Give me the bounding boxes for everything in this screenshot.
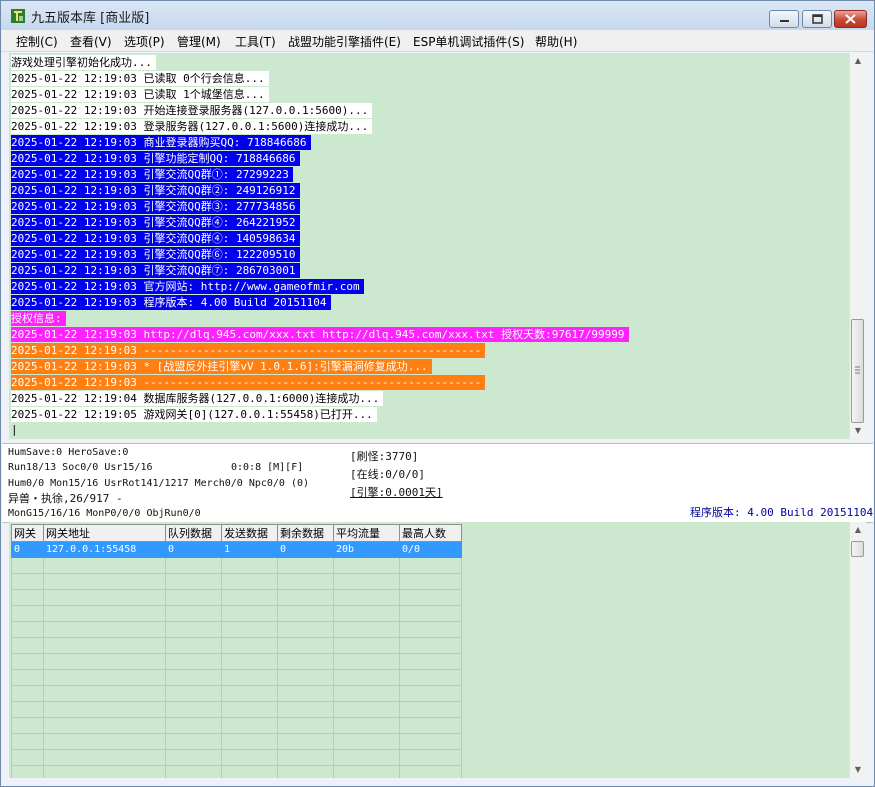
log-line: 2025-01-22 12:19:03 --------------------… bbox=[11, 375, 486, 390]
log-line: 授权信息: bbox=[11, 311, 66, 326]
log-line: 2025-01-22 12:19:03 --------------------… bbox=[11, 343, 486, 358]
table-cell: 0 bbox=[11, 541, 44, 558]
run-status: Run18/13 Soc0/0 Usr15/16 bbox=[8, 462, 153, 473]
table-row[interactable] bbox=[11, 621, 462, 638]
program-version: 程序版本: 4.00 Build 20151104 bbox=[690, 506, 874, 519]
log-line: 2025-01-22 12:19:03 引擎交流QQ群⑥: 122209510 bbox=[11, 247, 300, 262]
table-row[interactable] bbox=[11, 669, 462, 686]
table-row[interactable] bbox=[11, 765, 462, 778]
menu-esp-plugin[interactable]: ESP单机调试插件(S) bbox=[413, 33, 524, 50]
table-row[interactable] bbox=[11, 573, 462, 590]
table-row[interactable] bbox=[11, 605, 462, 622]
gateway-table: 网关 网关地址 队列数据 发送数据 剩余数据 平均流量 最高人数 0 127.0… bbox=[11, 524, 462, 778]
log-line: 2025-01-22 12:19:05 游戏网关[0](127.0.0.1:55… bbox=[11, 407, 377, 422]
log-line: 2025-01-22 12:19:03 程序版本: 4.00 Build 201… bbox=[11, 295, 331, 310]
table-cell: 127.0.0.1:55458 bbox=[43, 541, 166, 558]
table-cell: 20b bbox=[333, 541, 400, 558]
log-scrollbar[interactable]: ▲ ▼ bbox=[849, 53, 866, 439]
column-header[interactable]: 网关地址 bbox=[43, 524, 166, 542]
table-cell: 0/0 bbox=[399, 541, 462, 558]
column-header[interactable]: 发送数据 bbox=[221, 524, 278, 542]
save-status: HumSave:0 HeroSave:0 bbox=[8, 447, 129, 458]
main-window: 九五版本库 [商业版] 控制(C) 查看(V) 选项(P) 管理(M) 工具(T… bbox=[0, 0, 875, 787]
log-line: 2025-01-22 12:19:03 开始连接登录服务器(127.0.0.1:… bbox=[11, 103, 373, 118]
log-line: 2025-01-22 12:19:03 已读取 0个行会信息... bbox=[11, 71, 269, 86]
column-header[interactable]: 队列数据 bbox=[165, 524, 222, 542]
menu-bar: 控制(C) 查看(V) 选项(P) 管理(M) 工具(T) 战盟功能引擎插件(E… bbox=[1, 30, 874, 52]
table-row[interactable] bbox=[11, 557, 462, 574]
log-line: 2025-01-22 12:19:03 登录服务器(127.0.0.1:5600… bbox=[11, 119, 373, 134]
table-row[interactable]: 0 127.0.0.1:55458 0 1 0 20b 0/0 bbox=[11, 541, 462, 558]
log-line: 2025-01-22 12:19:03 引擎功能定制QQ: 718846686 bbox=[11, 151, 300, 166]
log-line: 2025-01-22 12:19:03 引擎交流QQ群①: 27299223 bbox=[11, 167, 293, 182]
column-header[interactable]: 平均流量 bbox=[333, 524, 400, 542]
grid-scrollbar-thumb[interactable] bbox=[851, 541, 864, 557]
title-bar[interactable]: 九五版本库 [商业版] bbox=[1, 1, 874, 30]
table-cell: 0 bbox=[277, 541, 334, 558]
column-header[interactable]: 剩余数据 bbox=[277, 524, 334, 542]
table-row[interactable] bbox=[11, 653, 462, 670]
menu-view[interactable]: 查看(V) bbox=[70, 33, 112, 50]
table-cell: 0 bbox=[165, 541, 222, 558]
minimize-icon bbox=[780, 20, 789, 22]
table-row[interactable] bbox=[11, 749, 462, 766]
log-line: 2025-01-22 12:19:03 已读取 1个城堡信息... bbox=[11, 87, 269, 102]
scroll-down-icon[interactable]: ▼ bbox=[850, 423, 866, 439]
menu-control[interactable]: 控制(C) bbox=[16, 33, 58, 50]
maximize-button[interactable] bbox=[802, 10, 832, 28]
online-count: [在线:0/0/0] bbox=[350, 468, 425, 481]
hum-status: Hum0/0 Mon15/16 UsrRot141/1217 Merch0/0 … bbox=[8, 478, 310, 489]
scroll-down-icon[interactable]: ▼ bbox=[850, 762, 866, 778]
table-row[interactable] bbox=[11, 701, 462, 718]
menu-options[interactable]: 选项(P) bbox=[124, 33, 165, 50]
engine-days: [引擎:0.0001天] bbox=[350, 486, 443, 499]
uptime-status: 0:0:8 [M][F] bbox=[231, 462, 304, 473]
scroll-up-icon[interactable]: ▲ bbox=[850, 522, 866, 538]
log-scrollbar-thumb[interactable] bbox=[851, 319, 864, 423]
log-line: 2025-01-22 12:19:03 引擎交流QQ群④: 140598634 bbox=[11, 231, 300, 246]
close-button[interactable] bbox=[834, 10, 867, 28]
table-row[interactable] bbox=[11, 685, 462, 702]
window-title: 九五版本库 [商业版] bbox=[31, 11, 150, 26]
app-icon bbox=[11, 9, 25, 23]
menu-tools[interactable]: 工具(T) bbox=[235, 33, 276, 50]
text-cursor: | bbox=[11, 423, 18, 436]
grip-icon bbox=[855, 366, 860, 374]
gateway-grid[interactable]: 网关 网关地址 队列数据 发送数据 剩余数据 平均流量 最高人数 0 127.0… bbox=[9, 522, 849, 778]
log-line: 2025-01-22 12:19:03 * [战盟反外挂引擎vV 1.0.1.6… bbox=[11, 359, 432, 374]
status-panel: HumSave:0 HeroSave:0 Run18/13 Soc0/0 Usr… bbox=[2, 443, 873, 523]
menu-engine-plugin[interactable]: 战盟功能引擎插件(E) bbox=[288, 33, 401, 50]
scroll-up-icon[interactable]: ▲ bbox=[850, 53, 866, 69]
minimize-button[interactable] bbox=[769, 10, 799, 28]
table-header-row: 网关 网关地址 队列数据 发送数据 剩余数据 平均流量 最高人数 bbox=[11, 524, 462, 542]
column-header[interactable]: 最高人数 bbox=[399, 524, 462, 542]
log-line: 2025-01-22 12:19:03 http://dlq.945.com/x… bbox=[11, 327, 629, 342]
refresh-monster-count: [刷怪:3770] bbox=[350, 450, 419, 463]
grid-scrollbar[interactable]: ▲ ▼ bbox=[849, 522, 866, 778]
monster-status: 异兽・执徐,26/917 - bbox=[8, 492, 123, 505]
log-line: 2025-01-22 12:19:03 官方网站: http://www.gam… bbox=[11, 279, 364, 294]
table-row[interactable] bbox=[11, 589, 462, 606]
menu-manage[interactable]: 管理(M) bbox=[177, 33, 221, 50]
table-row[interactable] bbox=[11, 637, 462, 654]
log-line: 2025-01-22 12:19:03 引擎交流QQ群③: 277734856 bbox=[11, 199, 300, 214]
log-line: 2025-01-22 12:19:03 引擎交流QQ群④: 264221952 bbox=[11, 215, 300, 230]
menu-help[interactable]: 帮助(H) bbox=[535, 33, 577, 50]
log-line: 游戏处理引擎初始化成功... bbox=[11, 55, 156, 70]
log-output[interactable]: 游戏处理引擎初始化成功... 2025-01-22 12:19:03 已读取 0… bbox=[9, 53, 849, 439]
close-icon bbox=[845, 14, 856, 24]
mon-group-status: MonG15/16/16 MonP0/0/0 ObjRun0/0 bbox=[8, 508, 201, 519]
table-row[interactable] bbox=[11, 733, 462, 750]
maximize-icon bbox=[812, 14, 823, 24]
log-line: 2025-01-22 12:19:03 引擎交流QQ群⑦: 286703001 bbox=[11, 263, 300, 278]
log-line: 2025-01-22 12:19:04 数据库服务器(127.0.0.1:600… bbox=[11, 391, 384, 406]
log-line: 2025-01-22 12:19:03 商业登录器购买QQ: 718846686 bbox=[11, 135, 311, 150]
table-row[interactable] bbox=[11, 717, 462, 734]
table-cell: 1 bbox=[221, 541, 278, 558]
column-header[interactable]: 网关 bbox=[11, 524, 44, 542]
log-line: 2025-01-22 12:19:03 引擎交流QQ群②: 249126912 bbox=[11, 183, 300, 198]
